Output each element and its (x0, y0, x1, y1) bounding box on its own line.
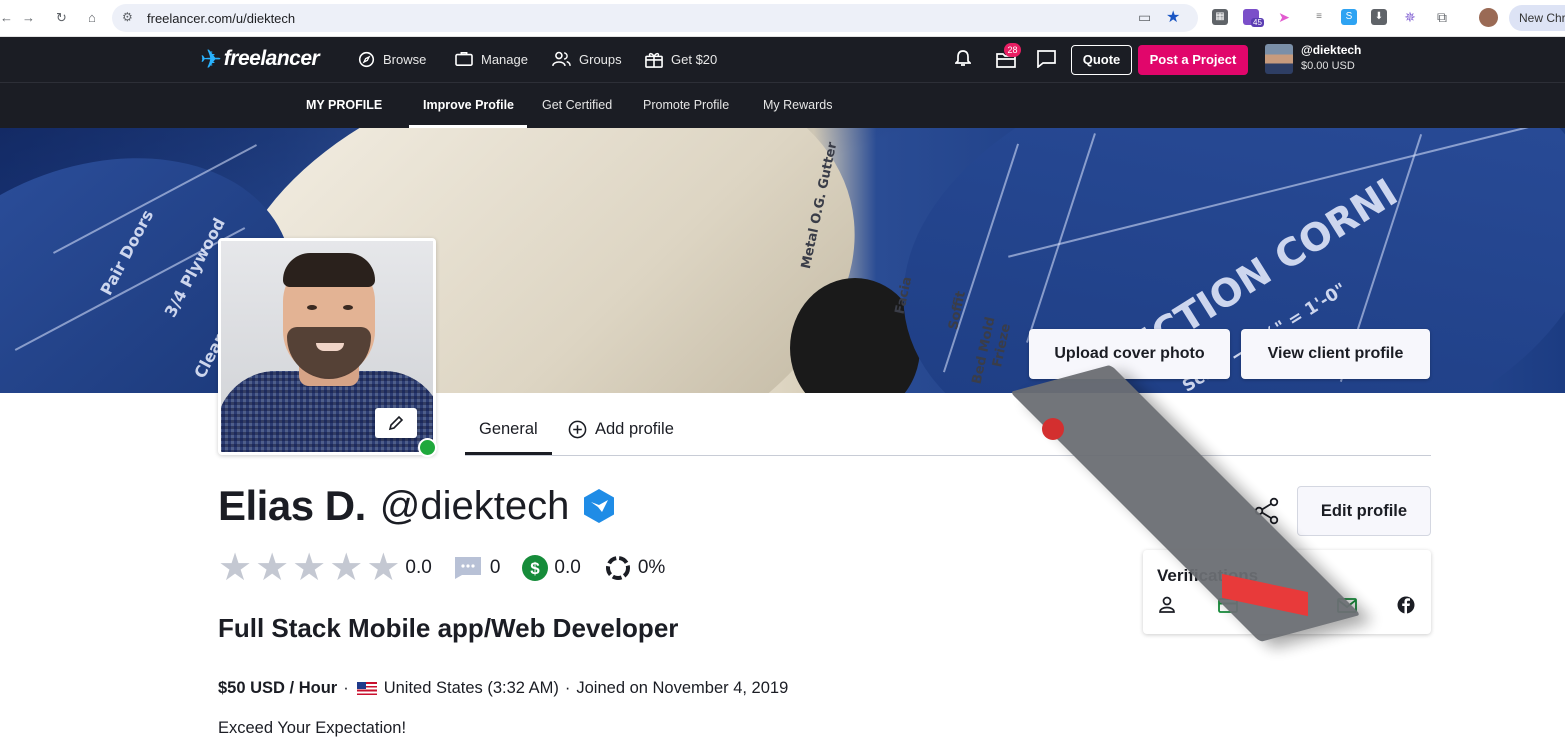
nav-browse[interactable]: Browse (358, 51, 426, 68)
tab-divider (465, 455, 1431, 456)
subnav-my-rewards[interactable]: My Rewards (763, 98, 832, 112)
user-avatar[interactable] (1265, 44, 1293, 74)
profile-name: Elias D. (218, 482, 366, 529)
back-icon[interactable]: ← (0, 10, 13, 25)
profile-subnav: MY PROFILE Improve Profile Get Certified… (0, 82, 1565, 128)
photo-mouth (316, 343, 344, 351)
identity-icon (1159, 596, 1175, 613)
nav-browse-label: Browse (383, 52, 427, 67)
profile-handle: @diektech (379, 483, 570, 528)
nav-manage[interactable]: Manage (455, 51, 528, 67)
profile-tagline: Exceed Your Expectation! (218, 719, 407, 737)
nav-get20-label: Get $20 (671, 52, 718, 67)
pencil-icon (388, 415, 404, 431)
separator-dot: · (564, 679, 571, 697)
star-icon: ★ (255, 547, 290, 589)
svg-text:$: $ (531, 559, 541, 578)
reviews-count: 0 (489, 557, 501, 578)
user-balance: $0.00 USD (1301, 60, 1355, 72)
extension-icon[interactable]: ▦ (1212, 9, 1228, 25)
reviews-icon (454, 557, 481, 579)
extension-s-icon[interactable]: S (1341, 9, 1357, 25)
online-status-dot (418, 438, 437, 457)
new-chrome-button[interactable]: New Chr (1509, 5, 1565, 31)
earnings-value: 0.0 (554, 557, 581, 578)
view-client-profile-button[interactable]: View client profile (1241, 329, 1430, 379)
tab-general-label: General (479, 420, 538, 438)
star-icon: ★ (329, 547, 364, 589)
joined-date: Joined on November 4, 2019 (576, 679, 789, 697)
upload-cover-photo-button[interactable]: Upload cover photo (1029, 329, 1230, 379)
bookmark-star-icon[interactable]: ★ (1166, 7, 1180, 27)
plus-circle-icon (568, 420, 587, 439)
star-icon: ★ (366, 547, 401, 589)
briefcase-icon (455, 51, 473, 67)
tab-general[interactable]: General (479, 420, 538, 439)
extension-arrow-icon[interactable]: ➤ (1276, 9, 1292, 25)
home-icon[interactable]: ⌂ (88, 10, 96, 25)
extension-list-icon[interactable]: ≡ (1311, 9, 1327, 25)
star-icon: ★ (292, 547, 327, 589)
chat-icon[interactable] (1037, 50, 1056, 68)
subnav-promote-profile[interactable]: Promote Profile (643, 98, 729, 112)
edit-photo-button[interactable] (375, 408, 417, 438)
verified-badge-icon (584, 489, 615, 523)
nav-groups[interactable]: Groups (552, 51, 622, 67)
photo-eye (343, 305, 353, 310)
browser-toolbar: ← → ↻ ⌂ ⚙ freelancer.com/u/diektech ▭ ★ … (0, 0, 1565, 37)
extensions-puzzle-icon[interactable]: ⧉ (1434, 9, 1450, 25)
profile-stats: ★ ★ ★ ★ ★ 0.0 0 $ 0.0 0% (218, 547, 666, 589)
separator-dot: · (343, 679, 349, 697)
tab-add-profile[interactable]: Add profile (568, 420, 674, 439)
bird-logo-icon: ✈ (200, 43, 222, 74)
nav-get20[interactable]: Get $20 (645, 51, 717, 68)
nav-groups-label: Groups (579, 51, 622, 67)
dollar-icon: $ (522, 555, 549, 581)
nav-manage-label: Manage (481, 51, 528, 67)
rating-value: 0.0 (405, 557, 432, 578)
freelancer-logo[interactable]: ✈ freelancer (200, 43, 320, 74)
quote-button[interactable]: Quote (1071, 45, 1132, 75)
profile-name-row: Elias D. @diektech (218, 482, 617, 530)
active-tab-indicator (465, 452, 552, 455)
tab-add-profile-label: Add profile (595, 420, 674, 438)
star-icon: ★ (218, 547, 253, 589)
compass-icon (358, 51, 375, 68)
edit-profile-button[interactable]: Edit profile (1297, 486, 1431, 536)
profile-meta: $50 USD / Hour · United States (3:32 AM)… (218, 679, 788, 698)
completion-rate: 0% (637, 557, 666, 578)
user-handle[interactable]: @diektech (1301, 43, 1361, 57)
site-info-icon[interactable]: ⚙ (122, 10, 133, 24)
location: United States (3:32 AM) (383, 679, 559, 697)
extension-badge: 45 (1251, 18, 1264, 27)
reload-icon[interactable]: ↻ (56, 10, 67, 26)
post-project-button[interactable]: Post a Project (1138, 45, 1248, 75)
browser-profile-avatar[interactable] (1479, 8, 1498, 27)
subnav-improve-profile[interactable]: Improve Profile (423, 98, 514, 112)
profile-title: Full Stack Mobile app/Web Developer (218, 613, 679, 643)
logo-text: freelancer (223, 47, 320, 70)
completion-ring-icon (605, 556, 630, 580)
extension-gear-icon[interactable]: ✵ (1402, 9, 1418, 25)
photo-hair (283, 253, 375, 287)
groups-icon (552, 51, 571, 67)
notification-badge: 28 (1004, 43, 1021, 57)
address-bar[interactable]: ⚙ freelancer.com/u/diektech ▭ ★ (112, 4, 1198, 32)
overlay-red-circle-icon (1042, 418, 1064, 440)
photo-eye (307, 305, 317, 310)
cast-icon[interactable]: ▭ (1138, 9, 1151, 26)
gift-icon (645, 52, 663, 68)
hourly-rate: $50 USD / Hour (218, 679, 338, 697)
subnav-get-certified[interactable]: Get Certified (542, 98, 612, 112)
bell-icon[interactable] (955, 49, 971, 68)
forward-icon[interactable]: → (22, 10, 35, 25)
us-flag-icon (356, 682, 377, 695)
extension-download-icon[interactable]: ⬇ (1371, 9, 1387, 25)
top-navigation: ✈ freelancer Browse Manage Groups Get $2… (0, 37, 1565, 82)
url-text: freelancer.com/u/diektech (147, 11, 296, 26)
subnav-my-profile[interactable]: MY PROFILE (306, 98, 382, 112)
facebook-icon (1397, 596, 1415, 614)
